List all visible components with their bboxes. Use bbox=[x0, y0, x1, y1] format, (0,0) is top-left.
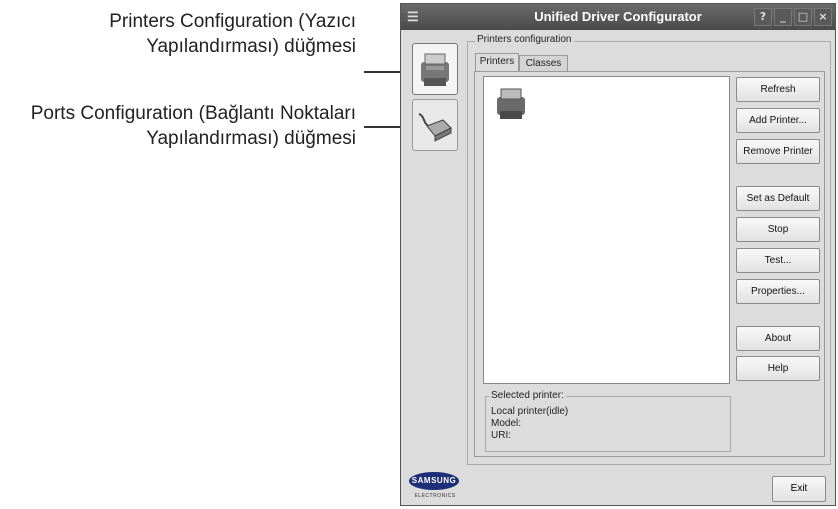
callout-printers: Printers Configuration (Yazıcı Yapılandı… bbox=[109, 9, 356, 59]
tab-printers[interactable]: Printers bbox=[475, 53, 519, 72]
add-printer-button[interactable]: Add Printer... bbox=[736, 108, 820, 133]
samsung-logo: SAMSUNG ELECTRONICS bbox=[409, 472, 461, 499]
ports-configuration-button[interactable] bbox=[412, 99, 458, 151]
logo-subtext: ELECTRONICS bbox=[414, 493, 456, 499]
callout-ports: Ports Configuration (Bağlantı Noktaları … bbox=[31, 101, 356, 151]
minimize-button[interactable]: _ bbox=[774, 8, 792, 26]
maximize-button[interactable]: □ bbox=[794, 8, 812, 26]
title-bar: ☰ Unified Driver Configurator ? _ □ × bbox=[401, 4, 835, 30]
printer-item-icon[interactable] bbox=[492, 83, 532, 123]
tab-classes[interactable]: Classes bbox=[519, 55, 568, 71]
about-button[interactable]: About bbox=[736, 326, 820, 351]
refresh-button[interactable]: Refresh bbox=[736, 77, 820, 102]
callout-printers-line1: Printers Configuration (Yazıcı bbox=[109, 11, 356, 32]
exit-button[interactable]: Exit bbox=[772, 476, 826, 502]
printer-icon bbox=[421, 53, 449, 86]
properties-button[interactable]: Properties... bbox=[736, 279, 820, 304]
test-button[interactable]: Test... bbox=[736, 248, 820, 273]
help-button[interactable]: Help bbox=[736, 356, 820, 381]
callout-ports-line2: Yapılandırması) düğmesi bbox=[146, 128, 356, 149]
app-window: ☰ Unified Driver Configurator ? _ □ × Pr… bbox=[400, 3, 836, 506]
help-window-button[interactable]: ? bbox=[754, 8, 772, 26]
close-button[interactable]: × bbox=[814, 8, 832, 26]
callout-ports-line1: Ports Configuration (Bağlantı Noktaları bbox=[30, 103, 356, 124]
selected-printer-uri: URI: bbox=[491, 430, 511, 441]
printer-list[interactable] bbox=[483, 76, 730, 384]
logo-text: SAMSUNG bbox=[409, 472, 459, 490]
frame-label: Printers configuration bbox=[475, 34, 574, 45]
remove-printer-button[interactable]: Remove Printer bbox=[736, 139, 820, 164]
stop-button[interactable]: Stop bbox=[736, 217, 820, 242]
printers-configuration-button[interactable] bbox=[412, 43, 458, 95]
port-cable-icon bbox=[418, 113, 452, 142]
callout-printers-line2: Yapılandırması) düğmesi bbox=[146, 36, 356, 57]
set-as-default-button[interactable]: Set as Default bbox=[736, 186, 820, 211]
selected-printer-frame bbox=[485, 396, 731, 452]
selected-printer-label: Selected printer: bbox=[489, 390, 566, 401]
selected-printer-status: Local printer(idle) bbox=[491, 406, 569, 417]
selected-printer-model: Model: bbox=[491, 418, 522, 429]
